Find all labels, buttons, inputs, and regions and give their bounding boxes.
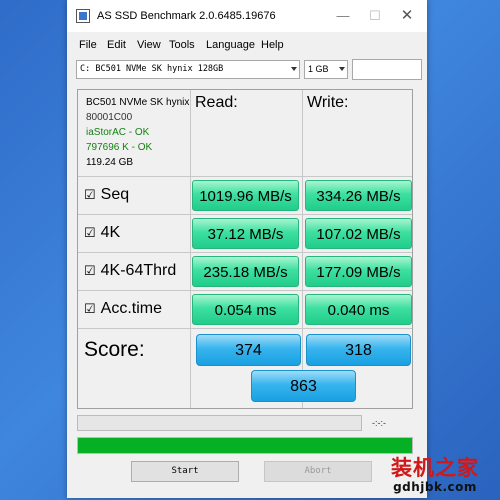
alignment-status: 797696 K - OK <box>86 142 153 153</box>
grid-divider <box>78 214 412 215</box>
grid-divider <box>190 90 191 408</box>
chevron-down-icon <box>339 67 345 71</box>
row-4k64-label: 4K-64Thrd <box>100 262 177 279</box>
4k-read-result: 37.12 MB/s <box>192 218 299 249</box>
checkbox-checked-icon: ☑ <box>84 263 96 278</box>
elapsed-time: -:-:- <box>372 418 386 428</box>
app-window-icon <box>76 9 90 23</box>
chevron-down-icon <box>291 67 297 71</box>
close-button[interactable]: ✕ <box>393 4 421 28</box>
row-4k-label: 4K <box>100 224 121 241</box>
4k64-read-result: 235.18 MB/s <box>192 256 299 287</box>
drive-select-value: C: BC501 NVMe SK hynix 128GB <box>80 64 224 74</box>
grid-divider <box>78 290 412 291</box>
drive-select[interactable]: C: BC501 NVMe SK hynix 128GB <box>76 60 300 79</box>
benchmark-grid: BC501 NVMe SK hynix 80001C00 iaStorAC - … <box>77 89 413 409</box>
grid-divider <box>78 252 412 253</box>
maximize-button[interactable]: ☐ <box>361 4 389 28</box>
total-score: 863 <box>251 370 356 402</box>
menu-help[interactable]: Help <box>261 39 284 51</box>
read-score: 374 <box>196 334 301 366</box>
total-progress-bar <box>77 437 413 454</box>
test-size-value: 1 GB <box>308 64 329 74</box>
start-button[interactable]: Start <box>131 461 239 482</box>
row-seq-label: Seq <box>100 186 130 203</box>
drive-model: BC501 NVMe SK hynix <box>86 97 190 108</box>
row-4k64-toggle[interactable]: ☑ 4K-64Thrd <box>84 262 176 280</box>
menu-language[interactable]: Language <box>206 39 255 51</box>
acctime-read-result: 0.054 ms <box>192 294 299 325</box>
site-watermark: 装机之家 gdhjbk.com <box>375 452 495 494</box>
toolbar: C: BC501 NVMe SK hynix 128GB 1 GB <box>67 58 427 82</box>
total-progress-fill <box>78 438 412 453</box>
drive-info: BC501 NVMe SK hynix 80001C00 iaStorAC - … <box>86 95 189 170</box>
watermark-url: gdhjbk.com <box>393 480 477 494</box>
window-title: AS SSD Benchmark 2.0.6485.19676 <box>97 10 276 22</box>
drive-firmware: 80001C00 <box>86 112 133 123</box>
row-seq-toggle[interactable]: ☑ Seq <box>84 186 129 204</box>
grid-divider <box>78 328 412 329</box>
menu-view[interactable]: View <box>137 39 161 51</box>
test-size-select[interactable]: 1 GB <box>304 60 348 79</box>
row-acctime-label: Acc.time <box>100 300 162 317</box>
seq-read-result: 1019.96 MB/s <box>192 180 299 211</box>
row-acctime-toggle[interactable]: ☑ Acc.time <box>84 300 162 318</box>
abort-button[interactable]: Abort <box>264 461 372 482</box>
watermark-chinese: 装机之家 <box>391 455 479 480</box>
filter-input[interactable] <box>352 59 422 80</box>
driver-status: iaStorAC - OK <box>86 127 150 138</box>
write-column-header: Write: <box>307 94 349 111</box>
test-progress-bar <box>77 415 362 431</box>
4k64-write-result: 177.09 MB/s <box>305 256 412 287</box>
checkbox-checked-icon: ☑ <box>84 225 96 240</box>
grid-divider <box>302 90 303 408</box>
drive-capacity: 119.24 GB <box>86 157 134 168</box>
grid-divider <box>78 176 412 177</box>
checkbox-checked-icon: ☑ <box>84 187 96 202</box>
minimize-button[interactable]: — <box>329 4 357 28</box>
menu-file[interactable]: File <box>79 39 97 51</box>
read-column-header: Read: <box>195 94 238 111</box>
checkbox-checked-icon: ☑ <box>84 301 96 316</box>
acctime-write-result: 0.040 ms <box>305 294 412 325</box>
score-label: Score: <box>84 338 145 361</box>
app-window: AS SSD Benchmark 2.0.6485.19676 — ☐ ✕ Fi… <box>67 0 427 498</box>
seq-write-result: 334.26 MB/s <box>305 180 412 211</box>
write-score: 318 <box>306 334 411 366</box>
menu-edit[interactable]: Edit <box>107 39 126 51</box>
menu-bar: File Edit View Tools Language Help <box>67 36 427 56</box>
4k-write-result: 107.02 MB/s <box>305 218 412 249</box>
row-4k-toggle[interactable]: ☑ 4K <box>84 224 120 242</box>
title-bar[interactable]: AS SSD Benchmark 2.0.6485.19676 — ☐ ✕ <box>67 0 427 32</box>
menu-tools[interactable]: Tools <box>169 39 195 51</box>
